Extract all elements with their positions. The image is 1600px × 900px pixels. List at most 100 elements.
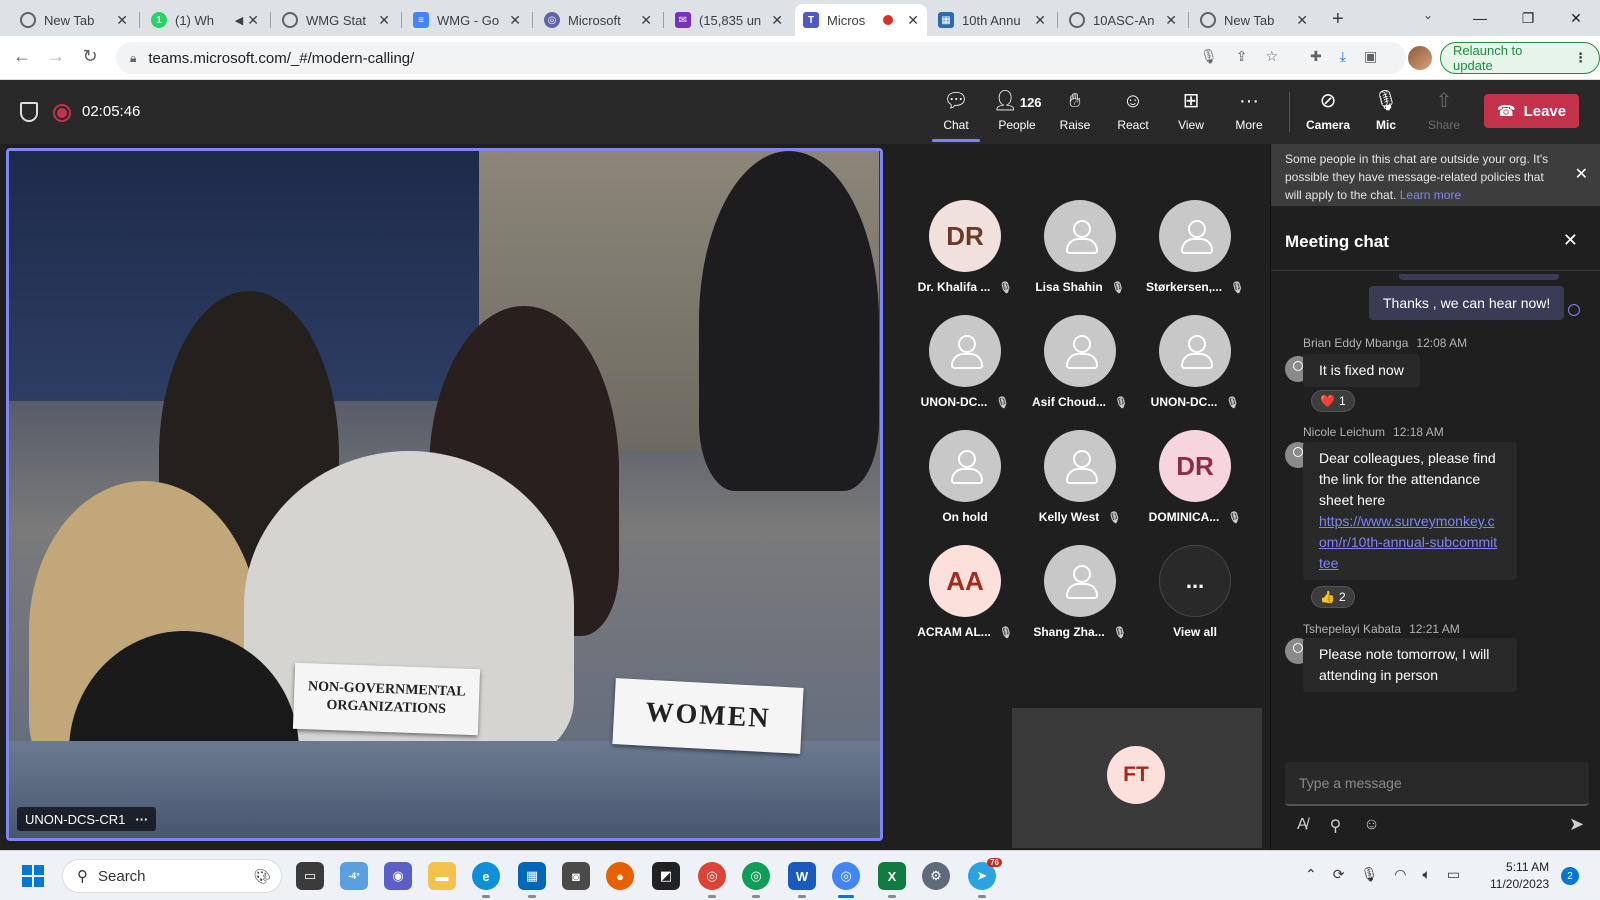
own-message[interactable]: Thanks , we can hear now! (1369, 286, 1565, 320)
lock-icon[interactable]: 🔒︎ (130, 51, 136, 66)
url-text[interactable]: teams.microsoft.com/_#/modern-calling/ (148, 50, 414, 67)
chat-message[interactable]: Dear colleagues, please find the link fo… (1303, 442, 1517, 580)
participant-tile[interactable]: Asif Choud... 🎙︎ (1025, 315, 1135, 427)
minimize-icon[interactable]: — (1456, 0, 1504, 36)
emoji-icon[interactable]: ☺ (1363, 816, 1379, 836)
download-icon[interactable]: ⤓ (1340, 48, 1346, 65)
weather-widget-icon[interactable]: -4° (340, 862, 368, 890)
more-button[interactable]: ··· More (1223, 88, 1275, 140)
browser-tab[interactable]: ◎ Microsoft ✕ (536, 4, 660, 36)
notification-count[interactable]: 2 (1561, 867, 1579, 885)
browser-tab[interactable]: WMG Stat ✕ (274, 4, 398, 36)
tab-search-chevron-icon[interactable]: ⌄ (1423, 8, 1433, 22)
format-icon[interactable]: A̸ (1297, 816, 1308, 836)
raise-hand-button[interactable]: ✋︎ Raise (1049, 88, 1101, 140)
browser-tab[interactable]: 1 (1) Wh ◀ ✕ (143, 4, 267, 36)
volume-icon[interactable]: 🔈︎ (1422, 866, 1430, 883)
chrome-profile-icon[interactable]: ◎ (742, 862, 770, 898)
sticky-notes-icon[interactable]: ◩ (652, 862, 680, 890)
close-window-icon[interactable]: ✕ (1552, 0, 1600, 36)
chrome-icon[interactable]: ◎ (832, 862, 860, 898)
browser-tab[interactable]: ▦ 10th Annu ✕ (930, 4, 1054, 36)
share-button[interactable]: ⇧ Share (1418, 88, 1470, 140)
new-tab-button[interactable]: + (1332, 8, 1344, 31)
reaction-chip[interactable]: 👍 2 (1311, 586, 1355, 608)
learn-more-link[interactable]: Learn more (1400, 188, 1461, 202)
leave-button[interactable]: ☎︎ Leave (1484, 94, 1579, 128)
more-horizontal-icon[interactable]: ··· (135, 812, 148, 827)
participant-tile[interactable]: Størkersen,... 🎙︎ (1140, 200, 1250, 312)
browser-tab[interactable]: ✉ (15,835 un ✕ (667, 4, 791, 36)
shield-icon[interactable] (20, 102, 38, 122)
video-participant-label[interactable]: UNON-DCS-CR1 ··· (17, 807, 157, 831)
taskbar-search[interactable]: ⚲ Search 🎨︎ (62, 859, 282, 893)
microphone-icon[interactable]: 🎙︎ (1360, 866, 1378, 883)
teams-chat-icon[interactable]: ◉ (384, 862, 412, 890)
close-icon[interactable]: ✕ (116, 12, 128, 29)
speaker-icon[interactable]: ◀ (235, 14, 243, 27)
microphone-icon[interactable]: 🎙︎ (1200, 48, 1218, 65)
word-icon[interactable]: W (788, 862, 816, 898)
close-icon[interactable]: ✕ (509, 12, 521, 29)
extensions-icon[interactable]: ✚ (1310, 48, 1322, 65)
task-view-icon[interactable]: ▭ (296, 862, 324, 890)
react-button[interactable]: ☺ React (1107, 88, 1159, 140)
browser-tab[interactable]: New Tab ✕ (1192, 4, 1316, 36)
participant-tile[interactable]: UNON-DC... 🎙︎ (1140, 315, 1250, 427)
self-video-tile[interactable]: FT (1012, 708, 1262, 848)
close-icon[interactable]: ✕ (1296, 12, 1308, 29)
participant-tile[interactable]: UNON-DC... 🎙︎ (910, 315, 1020, 427)
chat-message[interactable]: Please note tomorrow, I will attending i… (1303, 638, 1517, 692)
mic-button[interactable]: 🎙︎ Mic (1360, 88, 1412, 140)
close-icon[interactable]: ✕ (771, 12, 783, 29)
firefox-icon[interactable]: ● (606, 862, 634, 890)
browser-tab[interactable]: 10ASC-An ✕ (1061, 4, 1185, 36)
browser-tab-active[interactable]: T Micros ✕ (795, 4, 927, 36)
system-clock[interactable]: 5:11 AM 11/20/2023 (1490, 859, 1549, 893)
view-button[interactable]: ⊞ View (1165, 88, 1217, 140)
participant-tile[interactable]: On hold (910, 430, 1020, 542)
relaunch-button[interactable]: Relaunch to update ⋮ (1440, 42, 1600, 74)
chat-message[interactable]: It is fixed now (1303, 354, 1420, 387)
back-icon[interactable]: ← (10, 46, 34, 67)
close-icon[interactable]: ✕ (247, 12, 259, 29)
file-explorer-icon[interactable]: ▬ (428, 862, 456, 890)
camera-app-icon[interactable]: ◙ (562, 862, 590, 890)
browser-tab[interactable]: ≡ WMG - Go ✕ (405, 4, 529, 36)
close-icon[interactable]: ✕ (907, 12, 919, 29)
participant-tile[interactable]: DR DOMINICA... 🎙︎ (1140, 430, 1250, 542)
close-icon[interactable]: ✕ (1563, 230, 1578, 251)
participant-tile[interactable]: Shang Zha... 🎙︎ (1025, 545, 1135, 657)
battery-icon[interactable]: ▭ (1447, 866, 1460, 883)
profile-avatar[interactable] (1408, 46, 1432, 70)
close-icon[interactable]: ✕ (1034, 12, 1046, 29)
forward-icon[interactable]: → (44, 46, 68, 67)
wifi-icon[interactable]: ◠ (1394, 866, 1406, 883)
participant-tile[interactable]: Kelly West 🎙︎ (1025, 430, 1135, 542)
main-video-feed[interactable]: NON-GOVERNMENTAL ORGANIZATIONS WOMEN UNO… (6, 148, 883, 841)
close-icon[interactable]: ✕ (640, 12, 652, 29)
excel-icon[interactable]: X (878, 862, 906, 898)
attach-icon[interactable]: ⚲ (1330, 816, 1342, 836)
chevron-up-icon[interactable]: ⌃ (1305, 866, 1317, 883)
reload-icon[interactable]: ↻ (78, 46, 102, 67)
more-vert-icon[interactable]: ⋮ (1574, 50, 1587, 66)
message-input[interactable]: Type a message (1285, 762, 1589, 806)
restore-icon[interactable]: ❐ (1504, 0, 1552, 36)
settings-gear-icon[interactable]: ⚙ (922, 862, 950, 890)
send-icon[interactable]: ➤ (1569, 814, 1584, 835)
bookmark-star-icon[interactable]: ☆ (1266, 48, 1279, 65)
chat-button[interactable]: 💬︎ Chat (930, 88, 982, 142)
close-icon[interactable]: ✕ (1575, 164, 1588, 184)
participant-tile[interactable]: AA ACRAM AL... 🎙︎ (910, 545, 1020, 657)
camera-button[interactable]: ⊘ Camera (1302, 88, 1354, 140)
view-all-tile[interactable]: ... View all (1140, 545, 1250, 657)
people-button[interactable]: 👤︎ 126 People (988, 88, 1046, 140)
close-icon[interactable]: ✕ (378, 12, 390, 29)
share-icon[interactable]: ⇪ (1236, 48, 1248, 65)
close-icon[interactable]: ✕ (1165, 12, 1177, 29)
store-icon[interactable]: ▦ (518, 862, 546, 898)
side-panel-icon[interactable]: ▣ (1364, 48, 1377, 65)
browser-tab[interactable]: New Tab ✕ (12, 4, 136, 36)
sync-icon[interactable]: ⟳ (1333, 866, 1345, 883)
